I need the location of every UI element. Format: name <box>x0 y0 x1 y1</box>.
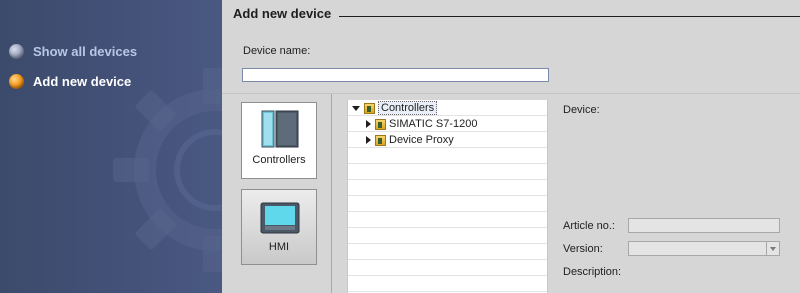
article-no-label: Article no.: <box>563 220 615 232</box>
tree-node-simatic-s7-1200[interactable]: SIMATIC S7-1200 <box>366 116 477 132</box>
category-controllers-button[interactable]: Controllers <box>241 102 317 179</box>
controller-icon <box>261 110 299 148</box>
active-dot-icon <box>9 74 24 89</box>
hmi-icon <box>260 202 300 234</box>
folder-icon <box>375 118 386 130</box>
folder-icon <box>364 102 375 114</box>
device-label: Device: <box>563 104 600 116</box>
nav-item-label: Show all devices <box>33 44 138 59</box>
device-name-input[interactable] <box>242 68 549 82</box>
page-title: Add new device <box>233 5 332 21</box>
category-hmi-button[interactable]: HMI <box>241 189 317 265</box>
folder-icon <box>375 134 386 146</box>
portal-nav-panel: Show all devices Add new device <box>0 0 222 293</box>
expand-arrow-icon[interactable] <box>366 120 371 128</box>
nav-show-all-devices[interactable]: Show all devices <box>9 44 137 59</box>
tree-node-device-proxy[interactable]: Device Proxy <box>366 132 454 148</box>
add-device-panel: Add new device Device name: Controllers … <box>222 0 800 293</box>
device-name-label: Device name: <box>243 45 311 57</box>
tree-node-controllers[interactable]: Controllers <box>352 100 438 116</box>
version-select[interactable] <box>628 241 780 256</box>
category-label: Controllers <box>252 154 306 166</box>
article-no-field <box>628 218 780 233</box>
tree-node-label: SIMATIC S7-1200 <box>389 118 478 130</box>
expand-arrow-icon[interactable] <box>366 136 371 144</box>
category-label: HMI <box>268 241 290 253</box>
tree-node-label: Device Proxy <box>389 134 454 146</box>
dropdown-arrow-icon[interactable] <box>766 242 779 255</box>
nav-item-label: Add new device <box>33 74 132 89</box>
section-divider <box>222 93 800 94</box>
tree-node-label: Controllers <box>378 101 438 115</box>
vertical-divider <box>331 94 332 293</box>
inactive-dot-icon <box>9 44 24 59</box>
device-catalog-tree[interactable]: Controllers SIMATIC S7-1200 Device Proxy <box>347 100 548 293</box>
nav-add-new-device[interactable]: Add new device <box>9 74 131 89</box>
panel-header: Add new device <box>233 5 800 21</box>
title-divider <box>339 15 800 17</box>
description-label: Description: <box>563 266 622 278</box>
version-label: Version: <box>563 243 603 255</box>
collapse-arrow-icon[interactable] <box>352 105 360 111</box>
